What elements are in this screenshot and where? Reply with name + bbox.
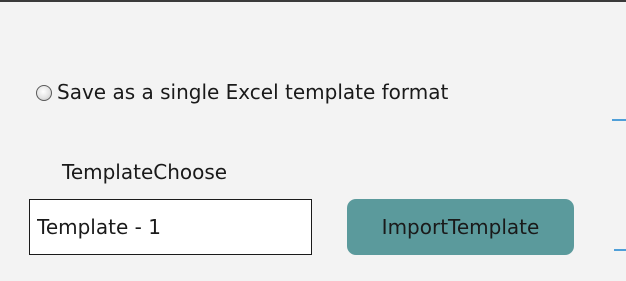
template-choose-label: TemplateChoose — [62, 160, 228, 184]
template-name-input[interactable] — [29, 199, 312, 255]
single-excel-template-option[interactable]: Save as a single Excel template format — [36, 80, 448, 104]
single-excel-template-label[interactable]: Save as a single Excel template format — [57, 80, 448, 104]
single-excel-template-radio[interactable] — [36, 84, 52, 101]
connector-line-top — [612, 119, 626, 121]
import-template-button[interactable]: ImportTemplate — [347, 199, 574, 255]
export-settings-panel: Save as a single Excel template format T… — [0, 0, 626, 281]
connector-line-bottom — [614, 249, 626, 251]
